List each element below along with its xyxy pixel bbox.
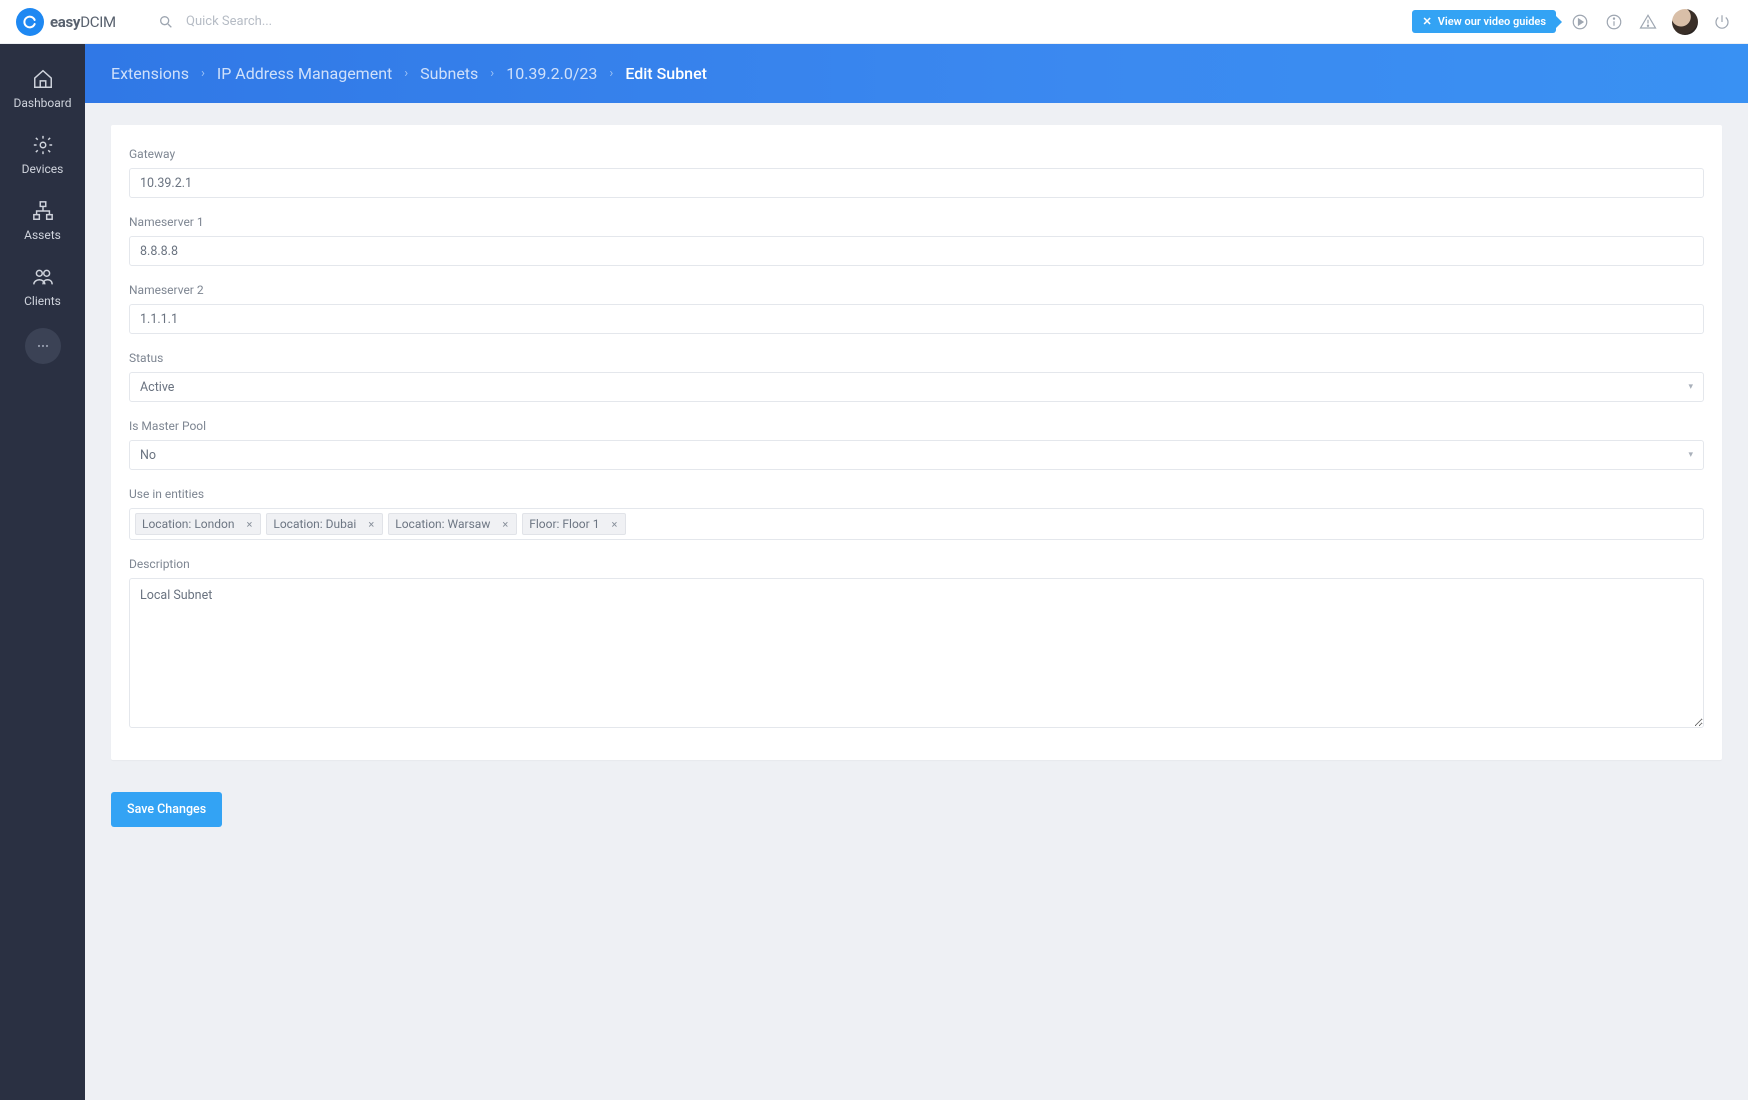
logo[interactable]: easyDCIM bbox=[16, 8, 156, 36]
gear-icon bbox=[32, 134, 54, 156]
logo-text: easyDCIM bbox=[50, 13, 116, 31]
breadcrumb-item[interactable]: Subnets bbox=[420, 64, 478, 83]
tag-label: Location: Dubai bbox=[273, 517, 356, 531]
field-nameserver1: Nameserver 1 bbox=[129, 215, 1704, 266]
warning-icon[interactable] bbox=[1638, 12, 1658, 32]
save-button[interactable]: Save Changes bbox=[111, 792, 222, 827]
main: Extensions › IP Address Management › Sub… bbox=[85, 44, 1748, 849]
field-status: Status Active ▾ bbox=[129, 351, 1704, 402]
sidebar-item-dashboard[interactable]: Dashboard bbox=[0, 58, 85, 120]
video-guides-button[interactable]: ✕ View our video guides bbox=[1412, 10, 1556, 33]
status-select[interactable]: Active ▾ bbox=[129, 372, 1704, 402]
field-label: Gateway bbox=[129, 147, 1704, 161]
sidebar-item-assets[interactable]: Assets bbox=[0, 190, 85, 252]
field-gateway: Gateway bbox=[129, 147, 1704, 198]
video-guide-label: View our video guides bbox=[1438, 15, 1546, 28]
field-label: Nameserver 2 bbox=[129, 283, 1704, 297]
field-label: Description bbox=[129, 557, 1704, 571]
sidebar-item-clients[interactable]: Clients bbox=[0, 256, 85, 318]
content: Gateway Nameserver 1 Nameserver 2 Status… bbox=[85, 103, 1748, 849]
tag-label: Floor: Floor 1 bbox=[529, 517, 599, 531]
chevron-right-icon: › bbox=[490, 66, 494, 81]
topbar: easyDCIM ✕ View our video guides bbox=[0, 0, 1748, 44]
breadcrumb-item[interactable]: Extensions bbox=[111, 64, 189, 83]
select-value: Active bbox=[140, 380, 174, 395]
select-value: No bbox=[140, 448, 156, 463]
chevron-right-icon: › bbox=[404, 66, 408, 81]
tag-label: Location: London bbox=[142, 517, 234, 531]
tag-remove-icon[interactable]: × bbox=[244, 518, 254, 531]
field-label: Status bbox=[129, 351, 1704, 365]
nameserver2-input[interactable] bbox=[129, 304, 1704, 334]
tag-label: Location: Warsaw bbox=[395, 517, 490, 531]
home-icon bbox=[32, 68, 54, 90]
search-input[interactable] bbox=[186, 14, 486, 29]
sidebar-item-label: Dashboard bbox=[13, 96, 71, 110]
field-nameserver2: Nameserver 2 bbox=[129, 283, 1704, 334]
gateway-input[interactable] bbox=[129, 168, 1704, 198]
field-master-pool: Is Master Pool No ▾ bbox=[129, 419, 1704, 470]
tag-remove-icon[interactable]: × bbox=[366, 518, 376, 531]
field-label: Is Master Pool bbox=[129, 419, 1704, 433]
chevron-right-icon: › bbox=[609, 66, 613, 81]
nameserver1-input[interactable] bbox=[129, 236, 1704, 266]
field-label: Nameserver 1 bbox=[129, 215, 1704, 229]
breadcrumb-item[interactable]: IP Address Management bbox=[217, 64, 392, 83]
field-label: Use in entities bbox=[129, 487, 1704, 501]
form-card: Gateway Nameserver 1 Nameserver 2 Status… bbox=[111, 125, 1722, 760]
breadcrumb: Extensions › IP Address Management › Sub… bbox=[85, 44, 1748, 103]
breadcrumb-item[interactable]: 10.39.2.0/23 bbox=[506, 64, 597, 83]
description-textarea[interactable] bbox=[129, 578, 1704, 728]
entity-tag: Location: London × bbox=[135, 513, 261, 535]
tag-remove-icon[interactable]: × bbox=[609, 518, 619, 531]
info-icon[interactable] bbox=[1604, 12, 1624, 32]
global-search[interactable] bbox=[156, 12, 1412, 32]
sidebar-more-button[interactable] bbox=[25, 328, 61, 364]
chevron-down-icon: ▾ bbox=[1688, 382, 1693, 392]
sidebar-item-devices[interactable]: Devices bbox=[0, 124, 85, 186]
tag-remove-icon[interactable]: × bbox=[500, 518, 510, 531]
entity-tag: Floor: Floor 1 × bbox=[522, 513, 626, 535]
master-pool-select[interactable]: No ▾ bbox=[129, 440, 1704, 470]
chevron-right-icon: › bbox=[201, 66, 205, 81]
power-icon[interactable] bbox=[1712, 12, 1732, 32]
dots-icon bbox=[35, 338, 51, 354]
topbar-right: ✕ View our video guides bbox=[1412, 9, 1732, 35]
sidebar: Dashboard Devices Assets Clients bbox=[0, 44, 85, 1100]
sidebar-item-label: Devices bbox=[22, 162, 64, 176]
network-icon bbox=[32, 200, 54, 222]
sidebar-item-label: Assets bbox=[24, 228, 61, 242]
chevron-down-icon: ▾ bbox=[1688, 450, 1693, 460]
entity-tag: Location: Warsaw × bbox=[388, 513, 517, 535]
save-row: Save Changes bbox=[111, 792, 1722, 827]
search-icon bbox=[156, 12, 176, 32]
entities-tags-input[interactable]: Location: London×Location: Dubai×Locatio… bbox=[129, 508, 1704, 540]
breadcrumb-item-current: Edit Subnet bbox=[625, 64, 707, 83]
close-icon[interactable]: ✕ bbox=[1422, 15, 1431, 28]
logo-icon bbox=[16, 8, 44, 36]
field-use-in-entities: Use in entities Location: London×Locatio… bbox=[129, 487, 1704, 540]
entity-tag: Location: Dubai × bbox=[266, 513, 383, 535]
users-icon bbox=[32, 266, 54, 288]
field-description: Description bbox=[129, 557, 1704, 732]
sidebar-item-label: Clients bbox=[24, 294, 61, 308]
play-icon[interactable] bbox=[1570, 12, 1590, 32]
avatar[interactable] bbox=[1672, 9, 1698, 35]
